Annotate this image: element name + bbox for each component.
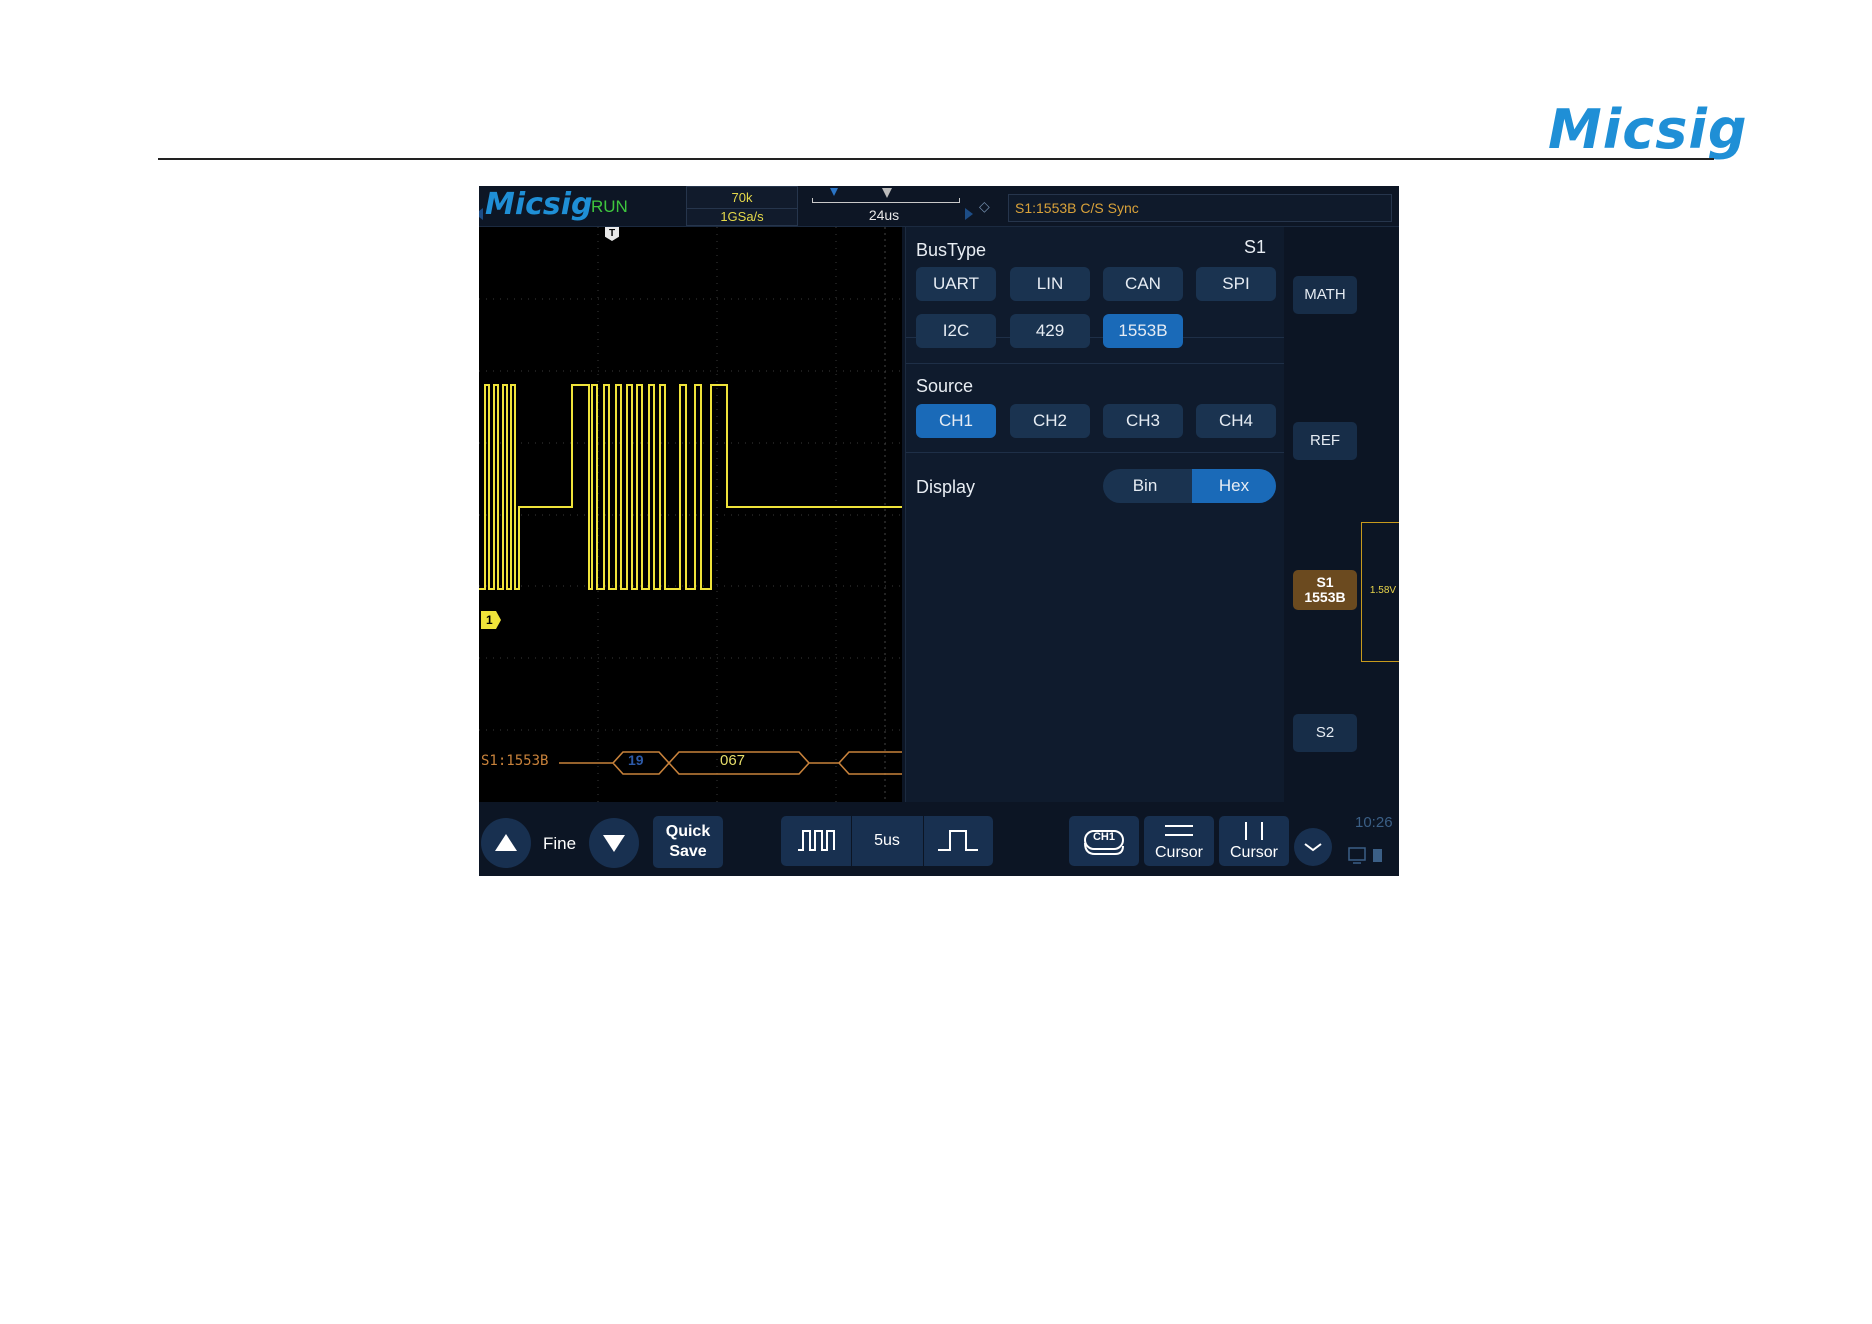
- run-stop-status[interactable]: RUN: [591, 197, 628, 217]
- display-title: Display: [916, 477, 976, 497]
- horizontal-position-indicator[interactable]: 24us: [804, 186, 964, 224]
- display-section: Display Bin Hex: [906, 453, 1284, 517]
- s1-bus-button[interactable]: S1 1553B: [1293, 570, 1357, 610]
- trigger-delay-value: 24us: [868, 207, 900, 223]
- bottom-toolbar: Fine Quick Save 5us CH1 Cursor Cursor 10…: [479, 802, 1399, 876]
- shift-left-icon[interactable]: [479, 208, 483, 220]
- bus-settings-panel: BusType S1 UART LIN CAN SPI I2C 429 1553…: [905, 227, 1284, 802]
- trigger-info-text: S1:1553B C/S Sync: [1015, 200, 1139, 216]
- bus-slot-tag: S1: [1243, 237, 1266, 257]
- ref-button[interactable]: REF: [1293, 422, 1357, 460]
- math-button[interactable]: MATH: [1293, 276, 1357, 314]
- sample-rate: 1GSa/s: [687, 208, 797, 224]
- source-title: Source: [916, 376, 974, 396]
- source-ch1-button[interactable]: CH1: [916, 404, 996, 438]
- trigger-info-field[interactable]: S1:1553B C/S Sync: [1008, 194, 1392, 222]
- display-hex-option[interactable]: Hex: [1192, 469, 1276, 503]
- document-logo: Micsig: [1548, 98, 1748, 161]
- acquisition-info[interactable]: 70k 1GSa/s: [686, 186, 798, 226]
- display-format-toggle[interactable]: Bin Hex: [1103, 469, 1276, 503]
- system-status-icons: [1348, 847, 1382, 864]
- bustype-section: BusType S1 UART LIN CAN SPI I2C 429 1553…: [906, 227, 1284, 348]
- memory-rail: [812, 198, 960, 203]
- trigger-level-indicator[interactable]: 1.58V: [1361, 522, 1399, 662]
- horizontal-cursor-icon: [1165, 825, 1193, 836]
- timebase-control: 5us: [781, 816, 993, 866]
- s1-button-line1: S1: [1316, 574, 1334, 590]
- s2-bus-button[interactable]: S2: [1293, 714, 1357, 752]
- trigger-level-value: 1.58V: [1369, 585, 1397, 596]
- source-section: Source CH1 CH2 CH3 CH4: [906, 363, 1284, 453]
- bustype-1553b-button[interactable]: 1553B: [1103, 314, 1183, 348]
- fine-up-button[interactable]: [481, 818, 531, 868]
- vertical-cursor-icon: [1245, 822, 1263, 840]
- source-ch2-button[interactable]: CH2: [1010, 404, 1090, 438]
- waveform-svg: [479, 227, 902, 802]
- waveform-display[interactable]: [479, 227, 902, 802]
- quick-save-line2: Save: [669, 843, 707, 860]
- memory-depth: 70k: [731, 190, 753, 205]
- arrow-up-icon: [495, 834, 517, 851]
- bustype-lin-button[interactable]: LIN: [1010, 267, 1090, 301]
- channel-select-button[interactable]: CH1: [1069, 816, 1139, 866]
- bustype-title: BusType: [916, 240, 987, 260]
- clock-display: 10:26: [1355, 814, 1393, 831]
- bustype-429-button[interactable]: 429: [1010, 314, 1090, 348]
- document-rule: [158, 158, 1714, 160]
- monitor-icon: [1348, 847, 1366, 861]
- fine-adjust-label: Fine: [543, 834, 577, 853]
- fine-down-button[interactable]: [589, 818, 639, 868]
- brand-logo: Micsig: [485, 187, 593, 222]
- shift-right-icon[interactable]: [965, 208, 973, 220]
- top-status-bar: Micsig RUN 70k 1GSa/s 24us ◇ S1:1553B C/…: [479, 186, 1399, 227]
- graticule-grid: [479, 227, 902, 802]
- s1-button-line2: 1553B: [1304, 589, 1346, 605]
- bustype-uart-button[interactable]: UART: [916, 267, 996, 301]
- timebase-increase-icon[interactable]: [923, 816, 993, 866]
- quick-save-button[interactable]: Quick Save: [653, 816, 723, 868]
- bus-decode-value-status: 19: [628, 752, 644, 768]
- battery-icon: [1373, 849, 1382, 862]
- view-window-marker-icon: [830, 188, 838, 196]
- horizontal-cursor-button[interactable]: Cursor: [1144, 816, 1214, 866]
- channel-select-label: CH1: [1092, 831, 1115, 843]
- bustype-can-button[interactable]: CAN: [1103, 267, 1183, 301]
- timebase-decrease-icon[interactable]: [781, 816, 851, 866]
- trigger-position-marker-icon: [882, 188, 892, 198]
- quick-save-line1: Quick: [665, 823, 711, 840]
- source-ch3-button[interactable]: CH3: [1103, 404, 1183, 438]
- horizontal-cursor-label: Cursor: [1154, 844, 1203, 861]
- bustype-i2c-button[interactable]: I2C: [916, 314, 996, 348]
- bus-decode-value-data: 067: [720, 752, 746, 769]
- display-bin-option[interactable]: Bin: [1103, 469, 1187, 503]
- arrow-down-icon: [603, 835, 625, 852]
- bus-decode-label: S1:1553B: [481, 753, 549, 769]
- timebase-value[interactable]: 5us: [851, 816, 923, 866]
- ch1-trace: [479, 384, 902, 590]
- oscilloscope-screen: Micsig RUN 70k 1GSa/s 24us ◇ S1:1553B C/…: [479, 186, 1399, 876]
- source-ch4-button[interactable]: CH4: [1196, 404, 1276, 438]
- vertical-cursor-button[interactable]: Cursor: [1219, 816, 1289, 866]
- vertical-cursor-label: Cursor: [1229, 844, 1278, 861]
- trigger-edge-icon: ◇: [979, 198, 990, 214]
- more-menu-button[interactable]: [1294, 828, 1332, 866]
- bustype-spi-button[interactable]: SPI: [1196, 267, 1276, 301]
- chevron-down-icon: [1304, 843, 1322, 852]
